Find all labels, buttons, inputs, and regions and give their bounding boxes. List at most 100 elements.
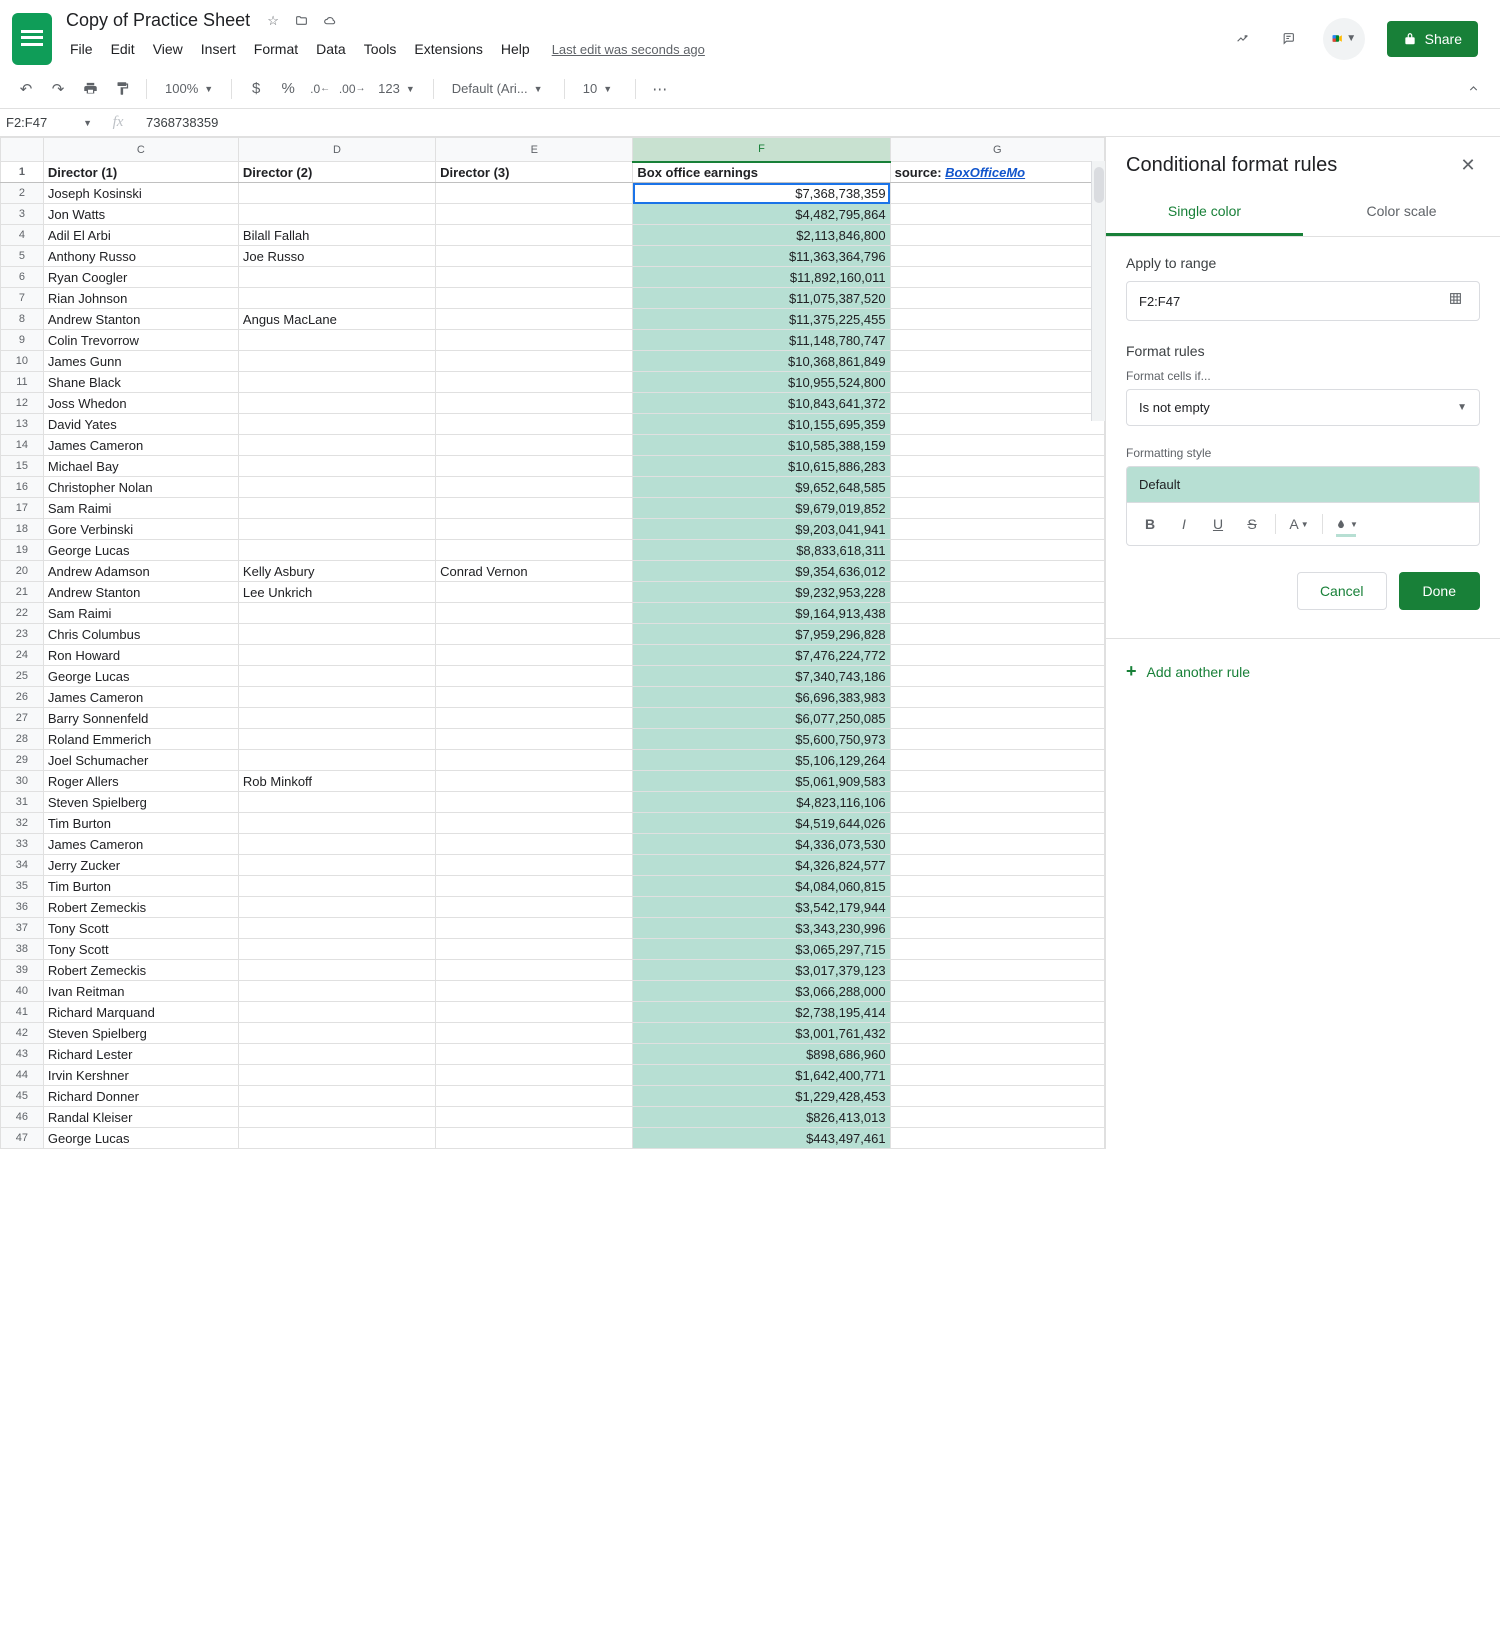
cell[interactable]	[890, 1086, 1104, 1107]
cell[interactable]	[238, 603, 435, 624]
text-color-button[interactable]: A▼	[1284, 509, 1314, 539]
cell[interactable]	[890, 876, 1104, 897]
cell[interactable]	[890, 393, 1104, 414]
cell[interactable]	[238, 330, 435, 351]
cell[interactable]	[890, 792, 1104, 813]
row-header[interactable]: 7	[1, 288, 44, 309]
row-header[interactable]: 12	[1, 393, 44, 414]
cell[interactable]	[890, 582, 1104, 603]
cell[interactable]	[436, 498, 633, 519]
cell[interactable]	[436, 1044, 633, 1065]
cell[interactable]	[436, 1086, 633, 1107]
cell[interactable]	[890, 1044, 1104, 1065]
cell[interactable]	[238, 456, 435, 477]
cell[interactable]: $3,542,179,944	[633, 897, 890, 918]
cell[interactable]: Steven Spielberg	[43, 1023, 238, 1044]
cell[interactable]	[890, 288, 1104, 309]
cell[interactable]	[890, 960, 1104, 981]
cell[interactable]	[890, 414, 1104, 435]
menu-insert[interactable]: Insert	[193, 37, 244, 61]
cell[interactable]	[238, 372, 435, 393]
col-header-g[interactable]: G	[890, 138, 1104, 162]
cell[interactable]: Barry Sonnenfeld	[43, 708, 238, 729]
cell[interactable]: Roland Emmerich	[43, 729, 238, 750]
cell[interactable]	[436, 309, 633, 330]
cell[interactable]: Andrew Stanton	[43, 582, 238, 603]
cell[interactable]	[890, 981, 1104, 1002]
cell[interactable]	[238, 666, 435, 687]
font-dropdown[interactable]: Default (Ari...▼	[444, 77, 554, 100]
cell[interactable]	[436, 414, 633, 435]
cell[interactable]: $9,164,913,438	[633, 603, 890, 624]
row-header[interactable]: 8	[1, 309, 44, 330]
row-header[interactable]: 24	[1, 645, 44, 666]
cell[interactable]: George Lucas	[43, 1128, 238, 1149]
cell[interactable]	[238, 855, 435, 876]
cell[interactable]	[238, 813, 435, 834]
cell[interactable]: Tony Scott	[43, 918, 238, 939]
cell[interactable]: $9,679,019,852	[633, 498, 890, 519]
cell[interactable]	[436, 687, 633, 708]
menu-help[interactable]: Help	[493, 37, 538, 61]
cell[interactable]	[238, 708, 435, 729]
cell[interactable]: Andrew Adamson	[43, 561, 238, 582]
cell[interactable]	[238, 204, 435, 225]
scrollbar-thumb[interactable]	[1094, 167, 1104, 203]
activity-icon[interactable]	[1231, 27, 1255, 51]
cell[interactable]: $1,642,400,771	[633, 1065, 890, 1086]
row-header[interactable]: 46	[1, 1107, 44, 1128]
condition-dropdown[interactable]: Is not empty ▼	[1126, 389, 1480, 426]
cell[interactable]: $4,336,073,530	[633, 834, 890, 855]
cell[interactable]: $826,413,013	[633, 1107, 890, 1128]
row-header[interactable]: 43	[1, 1044, 44, 1065]
cell[interactable]	[436, 456, 633, 477]
cell[interactable]: Richard Marquand	[43, 1002, 238, 1023]
cell[interactable]	[436, 876, 633, 897]
cell[interactable]: $5,106,129,264	[633, 750, 890, 771]
more-formats-dropdown[interactable]: 123▼	[370, 77, 423, 100]
cell[interactable]	[890, 435, 1104, 456]
cell[interactable]	[436, 939, 633, 960]
sheets-logo-icon[interactable]	[12, 13, 52, 65]
star-icon[interactable]: ☆	[264, 12, 282, 30]
cell[interactable]	[238, 876, 435, 897]
cell[interactable]: Director (2)	[238, 162, 435, 183]
cell[interactable]: $443,497,461	[633, 1128, 890, 1149]
cell[interactable]	[890, 1107, 1104, 1128]
cell[interactable]: Sam Raimi	[43, 603, 238, 624]
row-header[interactable]: 20	[1, 561, 44, 582]
cell[interactable]	[436, 603, 633, 624]
cell[interactable]	[238, 897, 435, 918]
style-preview[interactable]: Default	[1126, 466, 1480, 502]
cell[interactable]: $11,375,225,455	[633, 309, 890, 330]
cell[interactable]	[238, 519, 435, 540]
cell[interactable]	[238, 1044, 435, 1065]
cell[interactable]	[238, 792, 435, 813]
apply-range-input[interactable]: F2:F47	[1126, 281, 1480, 321]
decrease-decimal-button[interactable]: .0←	[306, 75, 334, 103]
cell[interactable]: $4,326,824,577	[633, 855, 890, 876]
font-size-dropdown[interactable]: 10▼	[575, 77, 625, 100]
redo-button[interactable]: ↷	[44, 75, 72, 103]
cell[interactable]	[890, 498, 1104, 519]
cell[interactable]: $8,833,618,311	[633, 540, 890, 561]
cell[interactable]	[436, 540, 633, 561]
row-header[interactable]: 30	[1, 771, 44, 792]
cell[interactable]	[436, 330, 633, 351]
row-header[interactable]: 14	[1, 435, 44, 456]
select-range-icon[interactable]	[1449, 292, 1467, 310]
cell[interactable]: Bilall Fallah	[238, 225, 435, 246]
cell[interactable]: $7,340,743,186	[633, 666, 890, 687]
close-icon[interactable]: ✕	[1456, 153, 1480, 177]
cell[interactable]	[238, 918, 435, 939]
cancel-button[interactable]: Cancel	[1297, 572, 1387, 610]
cell[interactable]: Roger Allers	[43, 771, 238, 792]
cell[interactable]: $3,017,379,123	[633, 960, 890, 981]
cell[interactable]	[890, 1002, 1104, 1023]
cell[interactable]	[238, 477, 435, 498]
cell[interactable]	[436, 624, 633, 645]
cell[interactable]	[238, 981, 435, 1002]
col-header-e[interactable]: E	[436, 138, 633, 162]
cell[interactable]: $4,519,644,026	[633, 813, 890, 834]
cell[interactable]: $5,600,750,973	[633, 729, 890, 750]
